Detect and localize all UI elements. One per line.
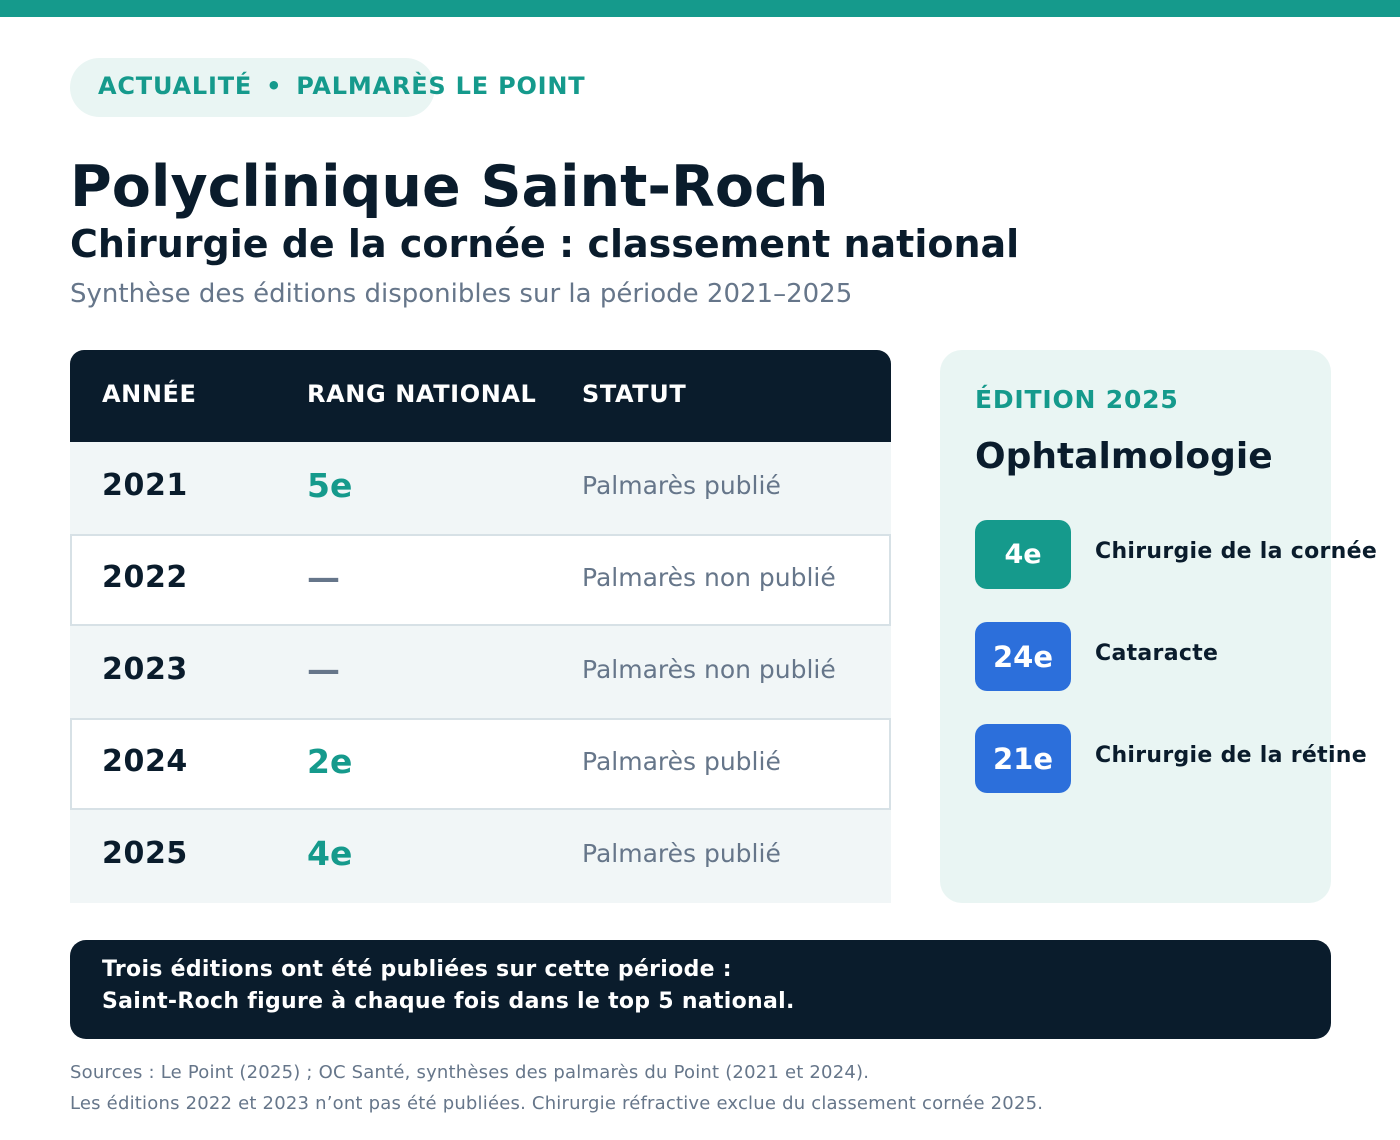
tag-actualite: ACTUALITÉ (98, 72, 253, 100)
column-header-rank: RANG NATIONAL (307, 380, 537, 408)
table-row: 2023 — Palmarès non publié (70, 626, 891, 718)
specialty-label-cornee: Chirurgie de la cornée (1095, 539, 1378, 564)
card-eyebrow: ÉDITION 2025 (975, 385, 1179, 414)
table-row: 2024 2e Palmarès publié (70, 718, 891, 810)
row-year: 2022 (102, 560, 188, 595)
table-row: 2022 — Palmarès non publié (70, 534, 891, 626)
column-header-year: ANNÉE (102, 380, 197, 408)
row-status: Palmarès publié (582, 471, 781, 500)
row-rank: 2e (307, 742, 353, 781)
row-rank: — (307, 650, 340, 689)
specialty-label-retine: Chirurgie de la rétine (1095, 743, 1367, 768)
row-status: Palmarès publié (582, 839, 781, 868)
table-row: 2025 4e Palmarès publié (70, 810, 891, 903)
tag-separator: • (266, 72, 283, 100)
tag-palmares: PALMARÈS LE POINT (296, 72, 586, 100)
summary-line-1: Trois éditions ont été publiées sur cett… (102, 957, 732, 982)
category-tag-text: ACTUALITÉ • PALMARÈS LE POINT (98, 72, 585, 100)
row-status: Palmarès publié (582, 747, 781, 776)
page-description: Synthèse des éditions disponibles sur la… (70, 279, 853, 309)
summary-line-2: Saint-Roch figure à chaque fois dans le … (102, 989, 795, 1014)
row-rank: — (307, 558, 340, 597)
page-title: Polyclinique Saint-Roch (70, 154, 829, 220)
row-year: 2023 (102, 652, 188, 687)
rank-badge-retine: 21e (975, 724, 1071, 793)
row-year: 2021 (102, 468, 188, 503)
row-rank: 5e (307, 466, 353, 505)
specialty-label-cataracte: Cataracte (1095, 641, 1219, 666)
row-year: 2024 (102, 744, 188, 779)
table-row: 2021 5e Palmarès publié (70, 442, 891, 534)
page-subtitle: Chirurgie de la cornée : classement nati… (70, 222, 1020, 266)
table-header: ANNÉE RANG NATIONAL STATUT (70, 350, 891, 442)
top-accent-bar (0, 0, 1400, 17)
row-status: Palmarès non publié (582, 655, 836, 684)
editions-note: Les éditions 2022 et 2023 n’ont pas été … (70, 1093, 1044, 1114)
row-rank: 4e (307, 834, 353, 873)
column-header-status: STATUT (582, 380, 687, 408)
card-title: Ophtalmologie (975, 436, 1273, 477)
sources-note: Sources : Le Point (2025) ; OC Santé, sy… (70, 1062, 870, 1083)
rank-badge-cornee: 4e (975, 520, 1071, 589)
row-status: Palmarès non publié (582, 563, 836, 592)
row-year: 2025 (102, 836, 188, 871)
ranking-table: ANNÉE RANG NATIONAL STATUT 2021 5e Palma… (70, 350, 891, 903)
rank-badge-cataracte: 24e (975, 622, 1071, 691)
